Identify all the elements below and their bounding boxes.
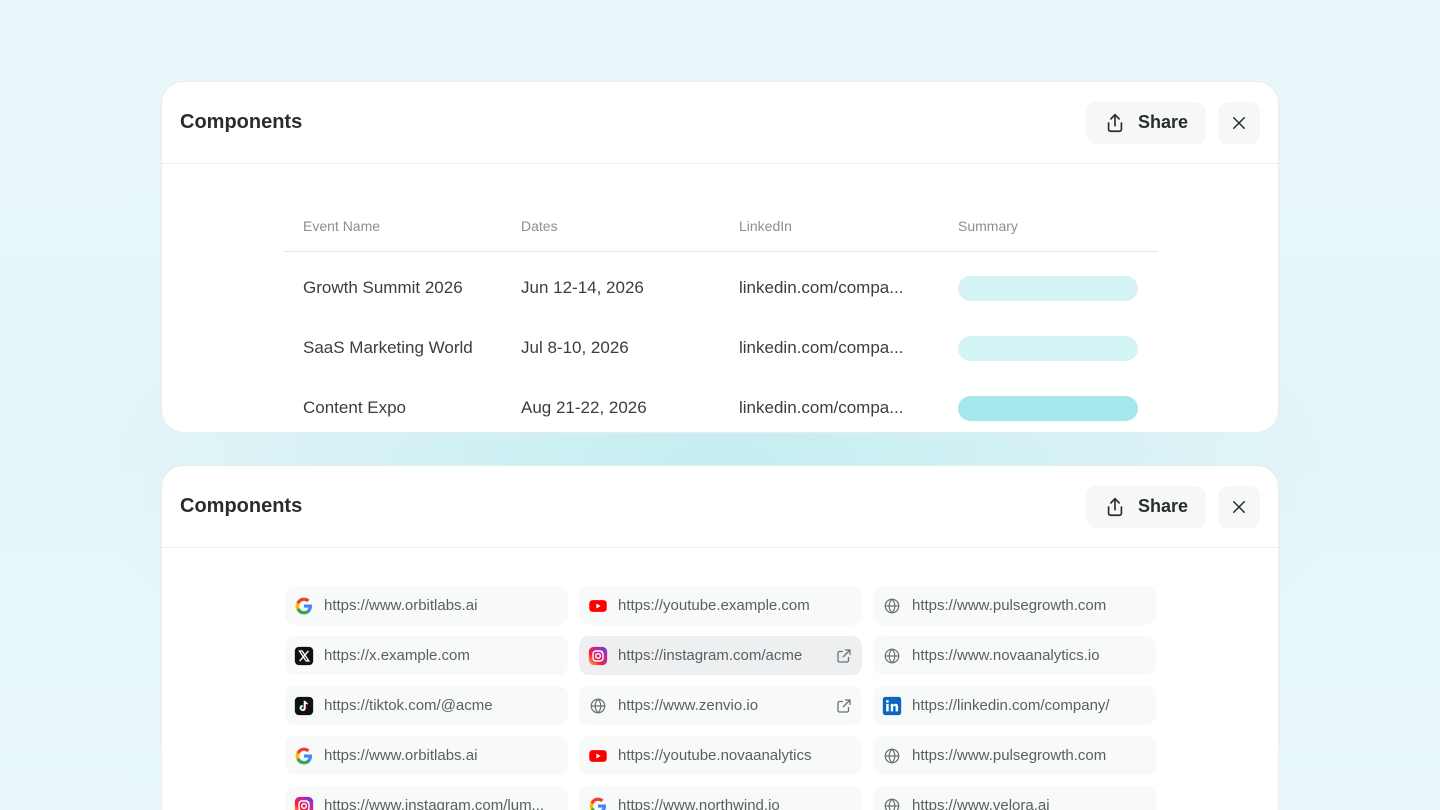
linkedin-cell: linkedin.com/compa...: [739, 278, 904, 297]
event-name-cell: Content Expo: [303, 398, 407, 417]
link-url: https://www.pulsegrowth.com: [912, 597, 1107, 614]
table-header: Event Name Dates LinkedIn Summary: [284, 218, 1158, 252]
events-table: Event Name Dates LinkedIn Summary Growth…: [284, 218, 1158, 432]
globe-icon: [882, 746, 902, 766]
link-url: https://x.example.com: [324, 647, 470, 664]
panel-title: Components: [180, 111, 303, 133]
close-button[interactable]: [1218, 485, 1260, 528]
links-row: https://www.orbitlabs.ai https://youtube.…: [285, 586, 1157, 625]
summary-placeholder-bar: [958, 395, 1138, 421]
links-row: https://tiktok.com/@acme https://www.zenv…: [285, 686, 1157, 725]
panel-header: Components Share: [162, 82, 1278, 164]
link-chip[interactable]: https://www.orbitlabs.ai: [285, 586, 568, 625]
link-url: https://www.orbitlabs.ai: [324, 747, 478, 764]
link-chip[interactable]: https://www.pulsegrowth.com: [873, 586, 1156, 625]
event-name-cell: SaaS Marketing World: [303, 338, 473, 357]
linkedin-icon: [882, 696, 902, 716]
column-header-linkedin[interactable]: LinkedIn: [720, 218, 939, 251]
link-url: https://www.velora.ai: [912, 797, 1050, 810]
links-row: https://www.orbitlabs.ai https://youtube.…: [285, 736, 1157, 775]
link-chip[interactable]: https://tiktok.com/@acme: [285, 686, 568, 725]
app-background: Components Share Event Name Dates Linked…: [0, 0, 1440, 810]
link-url: https://www.zenvio.io: [618, 697, 759, 714]
link-url: https://instagram.com/acme: [618, 647, 803, 664]
globe-icon: [882, 646, 902, 666]
share-label: Share: [1137, 112, 1189, 132]
youtube-icon: [588, 746, 608, 766]
instagram-icon: [588, 646, 608, 666]
event-name-cell: Growth Summit 2026: [303, 278, 463, 297]
x-icon: [294, 646, 314, 666]
table-row[interactable]: SaaS Marketing World Jul 8-10, 2026 linked…: [284, 318, 1158, 378]
globe-icon: [882, 796, 902, 810]
summary-cell: [939, 275, 1158, 301]
link-url: https://www.pulsegrowth.com: [912, 747, 1107, 764]
link-chip[interactable]: https://www.instagram.com/lum...: [285, 786, 568, 810]
link-url: https://linkedin.com/company/: [912, 697, 1110, 714]
link-chip[interactable]: https://www.zenvio.io: [579, 686, 862, 725]
links-row: https://x.example.com https://instagram.c…: [285, 636, 1157, 675]
link-url: https://tiktok.com/@acme: [324, 697, 493, 714]
link-chip[interactable]: https://youtube.novaanalytics: [579, 736, 862, 775]
share-button[interactable]: Share: [1086, 485, 1206, 528]
link-url: https://youtube.novaanalytics: [618, 747, 812, 764]
link-url: https://www.instagram.com/lum...: [324, 797, 545, 810]
share-button[interactable]: Share: [1086, 101, 1206, 144]
table-row[interactable]: Growth Summit 2026 Jun 12-14, 2026 linkedi…: [284, 258, 1158, 318]
panel-title: Components: [180, 495, 303, 517]
instagram-icon: [294, 796, 314, 810]
table-row[interactable]: Content Expo Aug 21-22, 2026 linkedin.com/…: [284, 378, 1158, 432]
google-icon: [294, 596, 314, 616]
summary-placeholder-bar: [958, 275, 1138, 301]
link-url: https://www.novaanalytics.io: [912, 647, 1100, 664]
link-url: https://youtube.example.com: [618, 597, 810, 614]
globe-icon: [588, 696, 608, 716]
close-button[interactable]: [1218, 101, 1260, 144]
column-header-dates[interactable]: Dates: [502, 218, 720, 251]
share-label: Share: [1137, 496, 1189, 516]
link-chip[interactable]: https://x.example.com: [285, 636, 568, 675]
share-icon: [1107, 113, 1123, 132]
links-row: https://www.instagram.com/lum... https://…: [285, 786, 1157, 810]
link-chip[interactable]: https://instagram.com/acme: [579, 636, 862, 675]
components-panel-table: Components Share Event Name Dates Linked…: [161, 81, 1279, 433]
share-icon: [1107, 497, 1123, 516]
summary-placeholder-bar: [958, 335, 1138, 361]
google-icon: [294, 746, 314, 766]
external-link-icon[interactable]: [835, 647, 853, 665]
google-icon: [588, 796, 608, 810]
summary-cell: [939, 335, 1158, 361]
external-link-icon[interactable]: [835, 697, 853, 715]
links-grid: https://www.orbitlabs.ai https://youtube.…: [285, 586, 1157, 810]
link-chip[interactable]: https://www.velora.ai: [873, 786, 1156, 810]
panel-header: Components Share: [162, 466, 1278, 548]
link-chip[interactable]: https://www.northwind.io: [579, 786, 862, 810]
dates-cell: Jun 12-14, 2026: [521, 278, 644, 297]
dates-cell: Jul 8-10, 2026: [521, 338, 629, 357]
linkedin-cell: linkedin.com/compa...: [739, 338, 904, 357]
close-icon: [1233, 116, 1245, 129]
link-chip[interactable]: https://linkedin.com/company/: [873, 686, 1156, 725]
column-header-summary[interactable]: Summary: [939, 218, 1158, 251]
linkedin-cell: linkedin.com/compa...: [739, 398, 904, 417]
globe-icon: [882, 596, 902, 616]
column-header-event-name[interactable]: Event Name: [284, 218, 502, 251]
link-chip[interactable]: https://www.novaanalytics.io: [873, 636, 1156, 675]
summary-cell: [939, 395, 1158, 421]
tiktok-icon: [294, 696, 314, 716]
link-url: https://www.orbitlabs.ai: [324, 597, 478, 614]
link-chip[interactable]: https://www.pulsegrowth.com: [873, 736, 1156, 775]
dates-cell: Aug 21-22, 2026: [521, 398, 647, 417]
close-icon: [1233, 500, 1245, 513]
link-chip[interactable]: https://youtube.example.com: [579, 586, 862, 625]
components-panel-links: Components Share https://www.orbitlabs.a…: [161, 465, 1279, 810]
link-chip[interactable]: https://www.orbitlabs.ai: [285, 736, 568, 775]
link-url: https://www.northwind.io: [618, 797, 780, 810]
table-body: Growth Summit 2026 Jun 12-14, 2026 linkedi…: [284, 258, 1158, 432]
youtube-icon: [588, 596, 608, 616]
